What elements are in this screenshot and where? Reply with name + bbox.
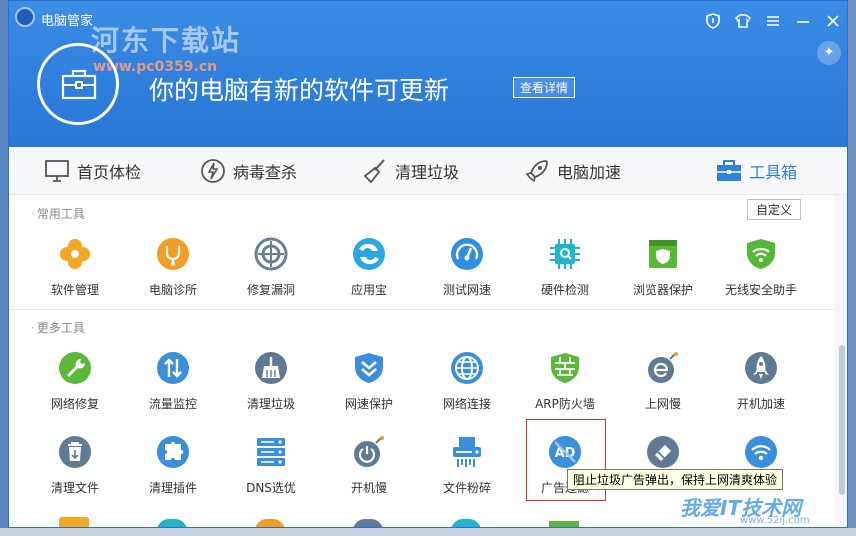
tab-label: 清理垃圾	[395, 163, 460, 182]
rocket-icon	[523, 157, 551, 185]
speedometer-icon	[450, 237, 484, 271]
tool-clean-files[interactable]: 清理文件	[27, 435, 123, 496]
vertical-scrollbar[interactable]	[835, 195, 847, 527]
app-logo-icon	[15, 7, 35, 27]
up-down-arrows-icon	[156, 351, 190, 385]
repair-icon	[254, 237, 288, 271]
app-title: 电脑管家	[41, 14, 94, 29]
lightning-icon	[199, 157, 227, 185]
tool-dns-optimize[interactable]: DNS选优	[223, 435, 319, 496]
broom-icon	[361, 157, 389, 185]
sparkle-icon[interactable]: ✦	[817, 41, 841, 65]
ad-filter-tooltip: 阻止垃圾广告弹出，保持上网清爽体验	[567, 469, 784, 490]
toolbox-badge	[37, 43, 119, 125]
ie-bomb-icon	[646, 351, 680, 385]
wifi-shield-icon	[744, 237, 778, 271]
puzzle-icon	[156, 435, 190, 469]
app-store-icon	[352, 237, 386, 271]
toolbox-icon	[61, 69, 97, 100]
partial-tool-icon	[59, 517, 89, 527]
wrench-icon	[58, 351, 92, 385]
tool-boot-acceleration[interactable]: 开机加速	[713, 351, 809, 412]
header-banner: 电脑管家 河东下载站 www.pc0359.cn ✦ 你的电脑有新的软件可更新 …	[9, 1, 847, 147]
tool-network-connections[interactable]: 网络连接	[419, 351, 515, 412]
main-tabs: 首页体检 病毒查杀 清理垃圾 电脑加速 工具箱	[9, 147, 847, 195]
tab-label: 病毒查杀	[233, 163, 298, 182]
eraser-icon	[646, 435, 680, 469]
chevron-shield-icon	[352, 351, 386, 385]
tab-virus-scan[interactable]: 病毒查杀	[199, 147, 297, 195]
partial-tool-icon	[157, 519, 187, 527]
tab-toolbox[interactable]: 工具箱	[715, 147, 797, 195]
monitor-icon	[43, 157, 71, 185]
tool-network-repair[interactable]: 网络修复	[27, 351, 123, 412]
tool-hardware-check[interactable]: 硬件检测	[517, 237, 613, 298]
app-window: 电脑管家 河东下载站 www.pc0359.cn ✦ 你的电脑有新的软件可更新 …	[8, 0, 848, 528]
tool-app-store[interactable]: 应用宝	[321, 237, 417, 298]
tool-clean-junk[interactable]: 清理垃圾	[223, 351, 319, 412]
background-left	[0, 0, 8, 536]
tool-browser-protection[interactable]: 浏览器保护	[615, 237, 711, 298]
tool-pc-clinic[interactable]: 电脑诊所	[125, 237, 221, 298]
background-bottom	[0, 528, 856, 536]
tool-file-shredder[interactable]: 文件粉碎	[419, 435, 515, 496]
partial-tool-icon	[255, 519, 285, 527]
stethoscope-icon	[156, 237, 190, 271]
tool-slow-internet[interactable]: 上网慢	[615, 351, 711, 412]
tool-slow-boot[interactable]: 开机慢	[321, 435, 417, 496]
watermark: 河东下载站	[91, 24, 242, 57]
customize-button[interactable]: 自定义	[747, 199, 802, 220]
background-right	[848, 0, 856, 536]
tool-speed-protection[interactable]: 网速保护	[321, 351, 417, 412]
partial-tool-icon	[451, 519, 481, 527]
menu-icon[interactable]	[763, 13, 783, 33]
browser-shield-icon	[646, 237, 680, 271]
partial-tool-icon	[353, 519, 383, 527]
tab-label: 首页体检	[77, 163, 142, 182]
view-details-button[interactable]: 查看详情	[513, 77, 576, 98]
rocket-circle-icon	[744, 351, 778, 385]
bottom-watermark-url: www.52ij.com	[740, 515, 810, 526]
broom-circle-icon	[254, 351, 288, 385]
tool-software-manager[interactable]: 软件管理	[27, 237, 123, 298]
tab-label: 工具箱	[749, 163, 798, 182]
tool-fix-vulnerabilities[interactable]: 修复漏洞	[223, 237, 319, 298]
partial-tool-icon	[549, 521, 579, 527]
trash-icon	[58, 435, 92, 469]
tool-clean-plugins[interactable]: 清理插件	[125, 435, 221, 496]
wifi-icon	[744, 435, 778, 469]
title-bar-controls	[703, 13, 843, 33]
tab-speed-up[interactable]: 电脑加速	[523, 147, 621, 195]
section-divider	[9, 309, 835, 310]
section-more-tools: · 更多工具	[31, 321, 85, 335]
scroll-thumb[interactable]	[839, 345, 845, 495]
tool-wifi-security[interactable]: 无线安全助手	[713, 237, 809, 298]
tools-panel: · 常用工具 自定义 软件管理 电脑诊所 修复漏洞 应用宝 测试网速 硬件检测 …	[9, 195, 835, 527]
chip-icon	[548, 237, 582, 271]
globe-icon	[450, 351, 484, 385]
update-headline: 你的电脑有新的软件可更新	[149, 76, 450, 105]
tab-clean-junk[interactable]: 清理垃圾	[361, 147, 459, 195]
clover-icon	[58, 237, 92, 271]
tool-traffic-monitor[interactable]: 流量监控	[125, 351, 221, 412]
tool-speed-test[interactable]: 测试网速	[419, 237, 515, 298]
tab-home-checkup[interactable]: 首页体检	[43, 147, 141, 195]
firewall-icon	[548, 351, 582, 385]
shredder-icon	[450, 435, 484, 469]
tab-label: 电脑加速	[557, 163, 622, 182]
toolbox-icon	[715, 157, 743, 185]
minimize-icon[interactable]	[793, 13, 813, 33]
section-common-tools: · 常用工具	[31, 207, 85, 221]
tool-arp-firewall[interactable]: ARP防火墙	[517, 351, 613, 412]
shield-icon[interactable]	[703, 13, 723, 33]
power-bomb-icon	[352, 435, 386, 469]
close-icon[interactable]	[823, 13, 843, 33]
skin-icon[interactable]	[733, 13, 753, 33]
server-icon	[254, 435, 288, 469]
